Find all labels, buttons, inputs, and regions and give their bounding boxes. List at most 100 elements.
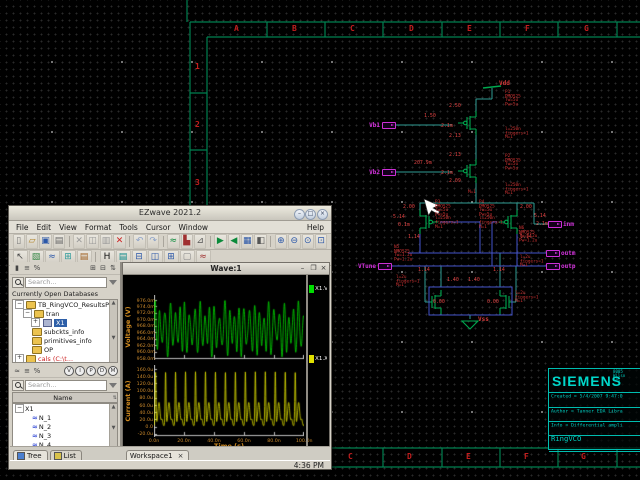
grid-letter-bottom: F [524, 452, 529, 461]
wave-window-titlebar[interactable]: Wave:1 – ❐ × [123, 263, 329, 275]
open-icon[interactable]: ▱ [26, 234, 38, 249]
collapse-all-icon[interactable]: ⊟ [98, 263, 108, 273]
workspace-close-icon[interactable]: × [178, 452, 184, 460]
tree-item-n-3[interactable]: ≈N_3 [13, 431, 117, 440]
signal-type-m-button[interactable]: M [108, 366, 118, 376]
db-icon[interactable]: ▮ [12, 263, 22, 273]
print-icon[interactable]: ▤ [53, 234, 65, 249]
menu-edit[interactable]: Edit [33, 223, 56, 232]
menu-tools[interactable]: Tools [115, 223, 141, 232]
add-wave-icon[interactable]: ≈ [167, 234, 179, 249]
database-tree-scrollbar[interactable]: ▲▼ [109, 300, 117, 362]
database-icon [43, 319, 52, 327]
tree-expander[interactable]: − [15, 404, 24, 413]
maximize-button[interactable]: □ [305, 209, 316, 220]
legend-item-2[interactable]: X1.Xa1.F [309, 355, 327, 363]
menu-help[interactable]: Help [303, 223, 328, 232]
filter-icon[interactable] [109, 280, 117, 285]
port-outm[interactable] [546, 250, 560, 257]
measure-icon[interactable]: ⊿ [194, 234, 206, 249]
legend-item-1[interactable]: X1.Vb2 [309, 285, 327, 293]
signal-tree[interactable]: ▲▼ −X1≈N_1≈N_2≈N_3≈N_4 [12, 403, 118, 451]
tree-item-op[interactable]: OP [13, 345, 117, 354]
tree-item-x1[interactable]: −X1 [13, 404, 117, 413]
undo-icon[interactable]: ↶ [133, 234, 145, 249]
flat-list-icon[interactable]: ≡ [22, 366, 32, 376]
signal-tree-scrollbar[interactable]: ▲▼ [109, 404, 117, 450]
wave-restore-button[interactable]: ❐ [309, 264, 318, 273]
menu-view[interactable]: View [55, 223, 81, 232]
net-value: 2.00 [403, 204, 415, 210]
ezwave-window[interactable]: EZwave 2021.2 – □ × FileEditViewFormatTo… [8, 205, 332, 470]
wave-minimize-button[interactable]: – [298, 264, 307, 273]
legend-splitter[interactable] [306, 275, 308, 447]
port-inm[interactable] [548, 221, 562, 228]
wave-db-icon[interactable]: ≈ [12, 366, 22, 376]
search-icon[interactable] [12, 277, 24, 288]
window-titlebar[interactable]: EZwave 2021.2 – □ × [9, 206, 331, 221]
redo-icon[interactable]: ↷ [147, 234, 159, 249]
zoom-in-icon[interactable]: ⊕ [275, 234, 287, 249]
sort-arrows-icon[interactable]: ⇅ [113, 395, 117, 401]
zoom-out-icon[interactable]: ⊖ [288, 234, 300, 249]
voltage-plot[interactable] [154, 295, 304, 360]
copy-icon[interactable]: ◫ [86, 234, 98, 249]
y-tick-label: 966.0m [137, 330, 153, 335]
port-VTune[interactable] [378, 263, 392, 270]
list-view-icon[interactable]: ≡ [22, 263, 32, 273]
tree-item-cals-c-t-[interactable]: +cals (C:\t... [13, 354, 117, 363]
port-Vb2[interactable] [382, 169, 396, 176]
port-outp[interactable] [546, 263, 560, 270]
signal-type-i-button[interactable]: I [75, 366, 85, 376]
tree-expander[interactable]: + [15, 354, 24, 363]
tree-item-x1[interactable]: +X1 [13, 318, 117, 327]
menu-cursor[interactable]: Cursor [142, 223, 175, 232]
zoom-fit-icon[interactable]: ⊙ [302, 234, 314, 249]
tree-expander[interactable]: − [23, 309, 32, 318]
cut-icon[interactable]: ✕ [73, 234, 85, 249]
minimize-button[interactable]: – [294, 209, 305, 220]
database-tree[interactable]: ▲▼ −TB_RingVCO_ResultsPa−tran+X1subckts_… [12, 299, 118, 363]
menu-window[interactable]: Window [174, 223, 212, 232]
add-db-icon[interactable]: ▙ [181, 234, 193, 249]
signal-type-d-button[interactable]: D [97, 366, 107, 376]
wave-close-button[interactable]: × [319, 264, 328, 273]
import-icon[interactable]: ▶ [214, 234, 226, 249]
paste-icon[interactable]: ▥ [100, 234, 112, 249]
delete-icon[interactable]: ✕ [113, 234, 125, 249]
panel-cursor-icon[interactable]: ◧ [254, 234, 266, 249]
signal-search-input[interactable] [25, 380, 107, 391]
expand-all-icon[interactable]: ⊞ [88, 263, 98, 273]
export-icon[interactable]: ◀ [228, 234, 240, 249]
zoom-box-icon[interactable]: ⊡ [315, 234, 327, 249]
tree-item-primitives-info[interactable]: primitives_info [13, 336, 117, 345]
new-icon[interactable]: ▯ [13, 234, 25, 249]
tree-item-tb-ringvco-resultspa[interactable]: −TB_RingVCO_ResultsPa [13, 300, 117, 309]
close-button[interactable]: × [317, 209, 328, 220]
wave-child-window[interactable]: Wave:1 – ❐ × Voltage (V) Current (A) 976… [122, 262, 330, 448]
device-label: l=250nfingers=1M=1 [505, 183, 529, 195]
tree-item-n-1[interactable]: ≈N_1 [13, 413, 117, 422]
link-icon[interactable]: % [32, 263, 42, 273]
tree-expander[interactable]: + [31, 318, 40, 327]
signal-name-header[interactable]: Name ⇅ [12, 392, 118, 403]
search-icon[interactable] [12, 380, 24, 391]
tree-item-subckts-info[interactable]: subckts_info [13, 327, 117, 336]
filter-icon[interactable] [109, 383, 117, 388]
grid-icon[interactable]: ▦ [241, 234, 253, 249]
port-Vb1[interactable] [382, 122, 396, 129]
sort-icon[interactable]: ⇅ [108, 263, 118, 273]
tree-item-n-2[interactable]: ≈N_2 [13, 422, 117, 431]
database-search-input[interactable] [25, 277, 107, 288]
menu-file[interactable]: File [12, 223, 33, 232]
menu-format[interactable]: Format [81, 223, 115, 232]
current-plot[interactable] [154, 365, 304, 437]
signal-type-p-button[interactable]: P [86, 366, 96, 376]
tree-item-tran[interactable]: −tran [13, 309, 117, 318]
y-tick-label: 968.0m [137, 323, 153, 328]
signal-type-v-button[interactable]: V [64, 366, 74, 376]
hier-icon[interactable]: % [32, 366, 42, 376]
save-icon[interactable]: ▣ [39, 234, 51, 249]
grid-letter-top: F [525, 24, 530, 33]
tree-expander[interactable]: − [15, 300, 24, 309]
